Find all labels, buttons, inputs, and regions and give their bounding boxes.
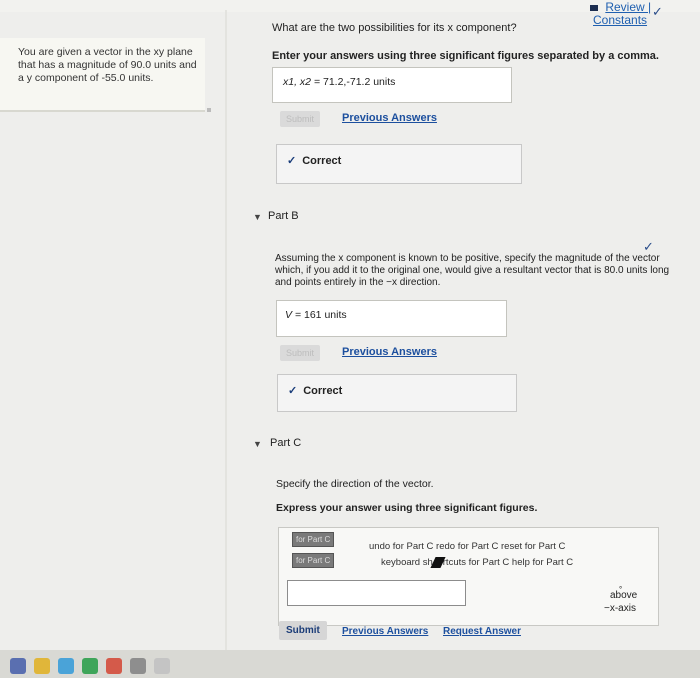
part-c-request-answer-link[interactable]: Request Answer bbox=[443, 626, 521, 637]
keyboard-label-a: keyboard sh bbox=[381, 557, 433, 569]
part-c-keyboard-help[interactable]: keyboard sh rtcuts for Part C help for Pa… bbox=[381, 557, 573, 568]
part-b-collapse-caret-icon[interactable]: ▼ bbox=[253, 212, 262, 222]
part-b-feedback-text: Correct bbox=[303, 385, 343, 397]
part-b-previous-answers-link[interactable]: Previous Answers bbox=[342, 346, 437, 358]
part-a-feedback-text: Correct bbox=[302, 155, 342, 167]
correct-check-icon: ✓ bbox=[287, 155, 297, 167]
part-c-instruction: Express your answer using three signific… bbox=[276, 502, 538, 514]
part-c-question: Specify the direction of the vector. bbox=[276, 478, 434, 490]
part-a-previous-answers-link[interactable]: Previous Answers bbox=[342, 112, 437, 124]
part-b-feedback: ✓ Correct bbox=[277, 374, 517, 412]
part-c-collapse-caret-icon[interactable]: ▼ bbox=[253, 439, 262, 449]
app-icon[interactable] bbox=[154, 658, 170, 674]
part-b-answer-box: V = 161 units bbox=[276, 300, 507, 337]
unit-above-label: above bbox=[610, 590, 638, 601]
constants-link[interactable]: Constants bbox=[593, 13, 647, 27]
part-b-answer-prefix: V = bbox=[285, 309, 302, 321]
part-a-answer-value: 71.2,-71.2 bbox=[323, 76, 371, 88]
review-link-label: Review | bbox=[605, 0, 652, 14]
part-a-answer-unit: units bbox=[373, 76, 396, 88]
panel-divider-mark bbox=[207, 108, 211, 112]
part-a-answer-prefix: x1, x2 = bbox=[283, 76, 321, 88]
part-c-toolbar-actions[interactable]: undo for Part C redo for Part C reset fo… bbox=[369, 541, 565, 552]
app-icon[interactable] bbox=[106, 658, 122, 674]
review-icon bbox=[590, 4, 598, 11]
part-c-submit-button[interactable]: Submit bbox=[279, 621, 327, 640]
part-a-question: What are the two possibilities for its x… bbox=[272, 22, 517, 34]
part-b-submit-button[interactable]: Submit bbox=[280, 345, 321, 361]
dock-bar bbox=[0, 650, 700, 678]
part-b-label[interactable]: Part B bbox=[268, 210, 299, 222]
part-c-label[interactable]: Part C bbox=[270, 437, 301, 449]
correct-check-icon: ✓ bbox=[288, 385, 298, 397]
part-c-templates-tag[interactable]: for Part C bbox=[292, 532, 335, 547]
part-a-submit-button[interactable]: Submit bbox=[280, 111, 321, 127]
keyboard-label-b: rtcuts for Part C help for Part C bbox=[442, 557, 574, 569]
part-c-answer-input[interactable] bbox=[287, 580, 466, 606]
part-a-answer-box: x1, x2 = 71.2,-71.2 units bbox=[272, 67, 512, 103]
part-a-feedback: ✓ Correct bbox=[276, 144, 522, 184]
app-icon[interactable] bbox=[82, 658, 98, 674]
part-b-question: Assuming the x component is known to be … bbox=[275, 253, 670, 288]
app-icon[interactable] bbox=[58, 658, 74, 674]
check-mark-icon: ✓ bbox=[652, 4, 663, 19]
part-c-symbols-tag[interactable]: for Part C bbox=[292, 553, 335, 568]
part-b-answer-unit: units bbox=[324, 309, 347, 321]
column-divider bbox=[225, 10, 227, 665]
problem-intro-text: You are given a vector in the xy plane t… bbox=[18, 46, 197, 84]
app-icon[interactable] bbox=[34, 658, 50, 674]
unit-axis-label: −x-axis bbox=[604, 603, 636, 614]
review-link[interactable]: Review | bbox=[590, 0, 651, 14]
app-icon[interactable] bbox=[10, 658, 26, 674]
app-icon[interactable] bbox=[130, 658, 146, 674]
part-b-answer-value: 161 bbox=[303, 309, 322, 321]
part-c-previous-answers-link[interactable]: Previous Answers bbox=[342, 626, 428, 637]
part-a-instruction: Enter your answers using three significa… bbox=[272, 50, 659, 62]
